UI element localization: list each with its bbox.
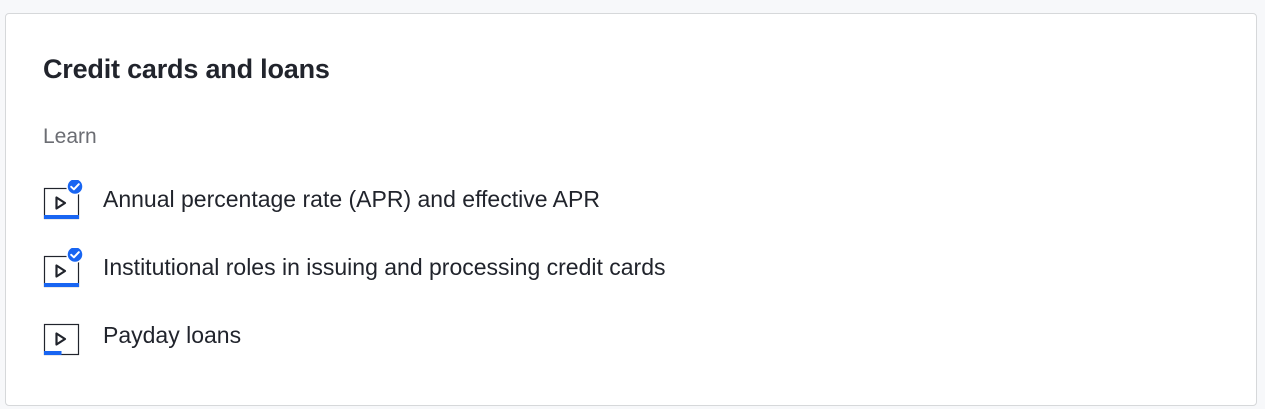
lesson-item[interactable]: Annual percentage rate (APR) and effecti… [43,180,943,220]
video-completed-icon [43,248,83,288]
unit-title: Credit cards and loans [43,54,330,84]
lesson-item[interactable]: Payday loans [43,316,943,356]
lesson-label[interactable]: Payday loans [103,321,241,349]
video-icon [43,323,80,356]
section-label-learn: Learn [43,125,97,148]
unit-card: Credit cards and loans Learn Annual perc… [5,13,1257,406]
lesson-label[interactable]: Institutional roles in issuing and proce… [103,253,666,281]
lesson-label[interactable]: Annual percentage rate (APR) and effecti… [103,185,600,213]
video-completed-icon [43,180,83,220]
lesson-item[interactable]: Institutional roles in issuing and proce… [43,248,943,288]
